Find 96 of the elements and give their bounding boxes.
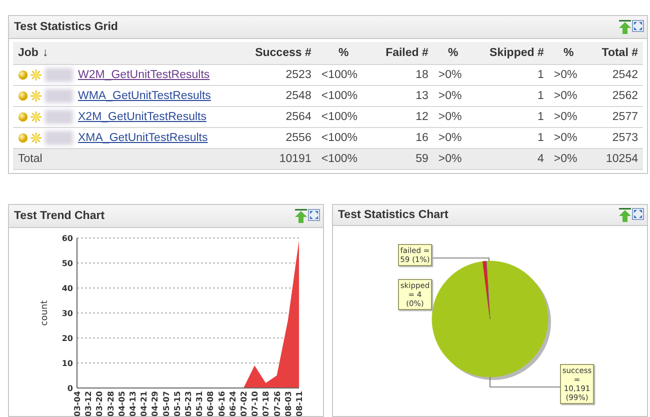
- x-tick-label: 04-29: [150, 390, 160, 416]
- x-tick-label: 07-18: [262, 390, 271, 416]
- x-tick-label: 06-24: [228, 390, 238, 416]
- table-cell: 13: [370, 86, 434, 106]
- x-tick-label: 08-03: [284, 390, 293, 416]
- x-tick-label: 06-16: [217, 390, 226, 416]
- y-tick-label: 30: [62, 308, 73, 318]
- ball-icon: [18, 133, 28, 143]
- ball-icon: [18, 70, 28, 80]
- x-tick-label: 08-11: [295, 390, 304, 416]
- column-header: %: [548, 42, 588, 64]
- table-cell: 2556: [238, 128, 316, 148]
- x-tick-label: 05-15: [172, 390, 182, 416]
- panel-title: Test Statistics Grid: [14, 21, 118, 33]
- x-tick-label: 06-08: [206, 390, 216, 416]
- sun-icon: [30, 132, 42, 144]
- column-header: %: [316, 42, 371, 64]
- table-cell: >0%: [548, 86, 588, 106]
- table-cell: 12: [370, 106, 434, 128]
- total-label: Total: [13, 148, 238, 170]
- column-header: Success #: [238, 42, 316, 64]
- column-header: %: [433, 42, 473, 64]
- table-cell: <100%: [316, 148, 371, 170]
- table-cell: 59: [370, 148, 434, 170]
- table-cell: 4: [472, 148, 549, 170]
- table-cell: >0%: [548, 128, 588, 148]
- table-cell: 16: [370, 128, 434, 148]
- y-tick-label: 40: [62, 284, 73, 293]
- y-tick-label: 60: [62, 234, 73, 243]
- x-tick-label: 07-26: [272, 390, 282, 416]
- x-tick-label: 03-20: [95, 390, 104, 416]
- table-cell: 2548: [238, 86, 316, 106]
- maximize-icon[interactable]: [632, 20, 644, 32]
- column-header: Failed #: [370, 42, 434, 64]
- table-cell: 2564: [238, 106, 316, 128]
- ball-icon: [18, 112, 28, 122]
- table-cell: 1: [472, 128, 549, 148]
- table-cell: >0%: [433, 86, 473, 106]
- table-cell: <100%: [316, 64, 371, 86]
- y-tick-label: 50: [62, 258, 73, 268]
- table-cell: >0%: [548, 148, 588, 170]
- blurred-block: [45, 110, 73, 124]
- x-tick-label: 03-12: [84, 390, 94, 416]
- column-header: Total #: [588, 42, 643, 64]
- panel-title: Test Trend Chart: [14, 210, 105, 222]
- x-tick-label: 03-04: [73, 390, 82, 416]
- up-arrow-icon[interactable]: [619, 20, 631, 34]
- table-cell: 2562: [588, 86, 643, 106]
- table-cell: <100%: [316, 128, 371, 148]
- x-tick-label: 05-07: [162, 390, 171, 416]
- table-cell: >0%: [433, 128, 473, 148]
- x-tick-label: 03-28: [106, 390, 116, 416]
- sun-icon: [30, 69, 42, 81]
- table-cell: >0%: [548, 64, 588, 86]
- maximize-icon[interactable]: [632, 208, 644, 220]
- table-cell: 2542: [588, 64, 643, 86]
- table-cell: 1: [472, 86, 549, 106]
- table-cell: >0%: [433, 148, 473, 170]
- sun-icon: [30, 90, 42, 102]
- table-cell: <100%: [316, 106, 371, 128]
- x-tick-label: 05-23: [184, 390, 193, 416]
- x-tick-label: 04-13: [128, 390, 138, 416]
- x-tick-label: 07-10: [250, 390, 260, 416]
- table-cell: 10191: [238, 148, 316, 170]
- up-arrow-icon[interactable]: [619, 208, 631, 222]
- y-tick-label: 10: [62, 358, 73, 368]
- x-tick-label: 04-21: [140, 390, 149, 416]
- table-cell: <100%: [316, 86, 371, 106]
- sort-arrow: ↓: [42, 47, 48, 59]
- table-cell: 2577: [588, 106, 643, 128]
- table-cell: 18: [370, 64, 434, 86]
- blurred-block: [45, 89, 73, 103]
- up-arrow-icon[interactable]: [295, 208, 307, 223]
- ball-icon: [18, 91, 28, 101]
- leader-line: [490, 376, 560, 388]
- blurred-block: [45, 131, 73, 145]
- y-tick-label: 20: [62, 334, 73, 343]
- x-tick-label: 05-31: [195, 390, 204, 416]
- y-tick-label: 0: [67, 384, 73, 393]
- table-cell: 1: [472, 64, 549, 86]
- table-cell: 2523: [238, 64, 316, 86]
- panel-title: Test Statistics Chart: [338, 209, 448, 221]
- table-cell: 2573: [588, 128, 643, 148]
- blurred-block: [45, 68, 73, 82]
- y-axis-label: count: [40, 300, 50, 326]
- table-cell: >0%: [548, 106, 588, 128]
- maximize-icon[interactable]: [308, 208, 320, 221]
- column-header[interactable]: Job ↓: [13, 42, 238, 64]
- x-tick-label: 04-05: [117, 390, 126, 416]
- table-cell: 1: [472, 106, 549, 128]
- sun-icon: [30, 111, 42, 123]
- column-header: Skipped #: [472, 42, 549, 64]
- table-cell: >0%: [433, 106, 473, 128]
- table-cell: >0%: [433, 64, 473, 86]
- table-cell: 10254: [588, 148, 643, 170]
- x-tick-label: 07-02: [240, 390, 248, 416]
